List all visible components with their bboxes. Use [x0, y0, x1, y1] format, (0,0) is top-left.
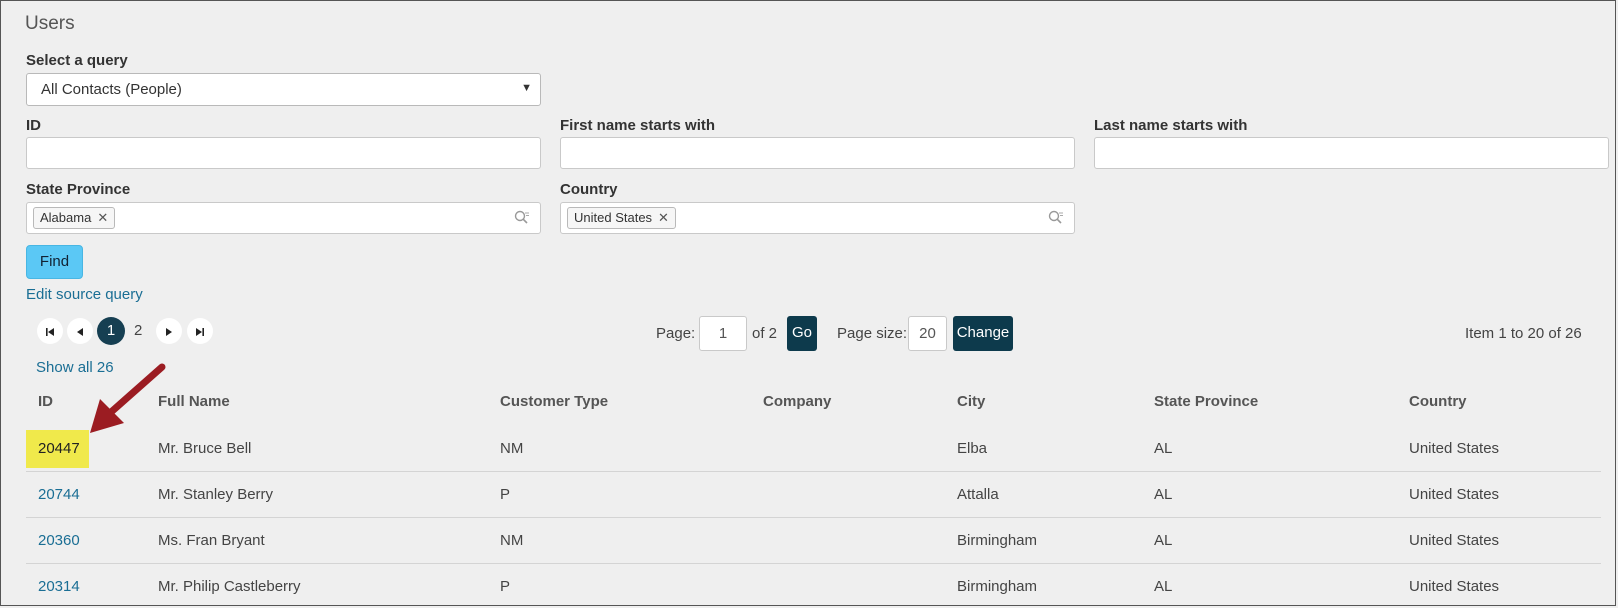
- row-full-name: Mr. Stanley Berry: [158, 486, 274, 503]
- state-tag: Alabama ✕: [33, 207, 116, 229]
- row-full-name: Mr. Bruce Bell: [158, 440, 252, 457]
- row-customer-type: NM: [500, 532, 524, 549]
- page-2-link[interactable]: 2: [134, 322, 142, 339]
- row-country: United States: [1409, 440, 1500, 457]
- row-customer-type: NM: [500, 440, 524, 457]
- page-title: Users: [25, 13, 75, 34]
- id-label: ID: [26, 117, 41, 134]
- page-size-label: Page size:: [837, 325, 908, 342]
- row-city: Elba: [957, 440, 988, 457]
- column-header-state-province[interactable]: State Province: [1154, 393, 1258, 410]
- row-city: Birmingham: [957, 578, 1038, 595]
- column-header-country[interactable]: Country: [1409, 393, 1467, 410]
- query-label: Select a query: [26, 52, 128, 69]
- row-city: Birmingham: [957, 532, 1038, 549]
- id-field[interactable]: [26, 137, 541, 169]
- users-page: Users Select a query All Contacts (Peopl…: [0, 0, 1616, 606]
- first-page-icon: [46, 327, 54, 336]
- row-country: United States: [1409, 578, 1500, 595]
- next-page-button[interactable]: [156, 318, 182, 344]
- prev-page-button[interactable]: [67, 318, 93, 344]
- row-city: Attalla: [957, 486, 999, 503]
- go-button[interactable]: Go: [787, 316, 817, 351]
- column-header-id[interactable]: ID: [38, 393, 53, 410]
- column-header-city[interactable]: City: [957, 393, 985, 410]
- row-country: United States: [1409, 532, 1500, 549]
- chevron-down-icon: ▼: [521, 82, 532, 94]
- country-tag-label: United States: [574, 210, 653, 225]
- row-state: AL: [1154, 440, 1173, 457]
- prev-page-icon: [77, 327, 83, 336]
- table-row: 20447 Mr. Bruce Bell NM Elba AL United S…: [26, 426, 1601, 472]
- row-state: AL: [1154, 578, 1173, 595]
- table-row: 20744 Mr. Stanley Berry P Attalla AL Uni…: [26, 472, 1601, 518]
- remove-tag-icon[interactable]: ✕: [97, 210, 108, 225]
- last-page-icon: [196, 327, 204, 336]
- annotation-arrow-icon: [90, 363, 166, 433]
- country-label: Country: [560, 181, 618, 198]
- query-select[interactable]: All Contacts (People) ▼: [26, 73, 541, 106]
- current-page-button[interactable]: 1: [97, 317, 125, 345]
- row-id-link[interactable]: 20744: [38, 486, 80, 503]
- find-button[interactable]: Find: [26, 245, 83, 279]
- page-label: Page:: [656, 325, 696, 342]
- column-header-company[interactable]: Company: [763, 393, 831, 410]
- row-country: United States: [1409, 486, 1500, 503]
- first-name-label: First name starts with: [560, 117, 716, 134]
- next-page-icon: [166, 327, 172, 336]
- search-icon[interactable]: [514, 210, 530, 226]
- item-summary: Item 1 to 20 of 26: [1465, 325, 1582, 342]
- query-selected-value: All Contacts (People): [41, 81, 182, 98]
- row-customer-type: P: [500, 578, 511, 595]
- row-id-link[interactable]: 20360: [38, 532, 80, 549]
- row-state: AL: [1154, 486, 1173, 503]
- row-full-name: Ms. Fran Bryant: [158, 532, 265, 549]
- first-name-field[interactable]: [560, 137, 1075, 169]
- row-state: AL: [1154, 532, 1173, 549]
- row-id-link[interactable]: 20447: [38, 440, 80, 457]
- state-field[interactable]: Alabama ✕: [26, 202, 541, 234]
- row-id-link[interactable]: 20314: [38, 578, 80, 595]
- remove-tag-icon[interactable]: ✕: [658, 210, 669, 225]
- table-row: 20360 Ms. Fran Bryant NM Birmingham AL U…: [26, 518, 1601, 564]
- first-page-button[interactable]: [37, 318, 63, 344]
- country-field[interactable]: United States ✕: [560, 202, 1075, 234]
- last-page-button[interactable]: [187, 318, 213, 344]
- page-number-input[interactable]: 1: [699, 316, 747, 351]
- table-row: 20314 Mr. Philip Castleberry P Birmingha…: [26, 564, 1601, 605]
- last-name-field[interactable]: [1094, 137, 1609, 169]
- column-header-customer-type[interactable]: Customer Type: [500, 393, 608, 410]
- search-icon[interactable]: [1048, 210, 1064, 226]
- edit-source-query-link[interactable]: Edit source query: [26, 286, 143, 303]
- change-button[interactable]: Change: [953, 316, 1013, 351]
- state-label: State Province: [26, 181, 131, 198]
- row-full-name: Mr. Philip Castleberry: [158, 578, 301, 595]
- last-name-label: Last name starts with: [1094, 117, 1248, 134]
- country-tag: United States ✕: [567, 207, 676, 229]
- row-customer-type: P: [500, 486, 511, 503]
- state-tag-label: Alabama: [40, 210, 92, 225]
- page-count-text: of 2: [752, 325, 778, 342]
- page-size-input[interactable]: 20: [908, 316, 947, 351]
